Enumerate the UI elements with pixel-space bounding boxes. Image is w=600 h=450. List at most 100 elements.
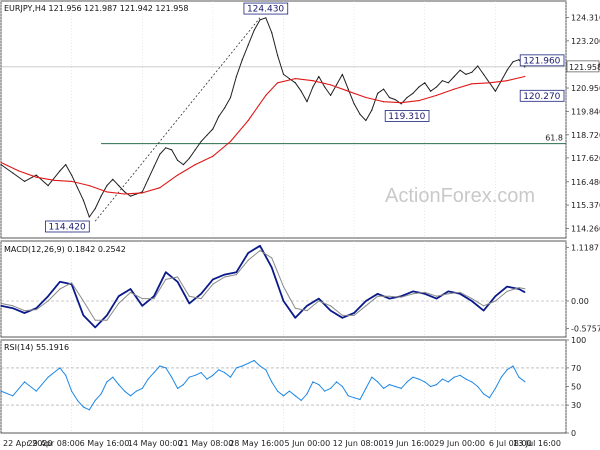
ma-point — [0, 161, 2, 164]
ma-point — [124, 193, 126, 195]
price-point — [188, 157, 190, 159]
macd_signal-point — [494, 300, 496, 302]
price-point — [65, 164, 67, 166]
macd_signal-point — [388, 295, 390, 297]
macd_line-point — [59, 281, 61, 283]
macd_signal-point — [447, 293, 449, 295]
macd_signal-point — [47, 300, 49, 302]
ma-point — [53, 179, 55, 181]
price-point — [430, 90, 432, 92]
macd_signal-point — [59, 288, 61, 290]
last-price-tag: 121.958 — [569, 63, 600, 72]
macd_line-point — [165, 271, 167, 273]
rsi-point — [324, 390, 326, 392]
price-point — [76, 187, 79, 189]
fib-level-label: 61.8 — [545, 134, 563, 143]
ma-point — [488, 82, 491, 84]
price-point — [459, 69, 461, 71]
rsi-point — [353, 397, 355, 399]
price-point — [171, 149, 173, 151]
macd_line-point — [259, 245, 261, 247]
macd_signal-point — [0, 302, 2, 304]
price-point — [330, 94, 332, 96]
x-tick-label: 12 Jun 08:00 — [333, 439, 384, 448]
price-point — [100, 195, 102, 197]
macd_signal-point — [153, 298, 155, 300]
rsi-point — [82, 406, 84, 408]
macd_signal-point — [129, 291, 132, 293]
price-point — [224, 107, 226, 109]
macd_line-point — [435, 298, 438, 300]
macd_line-point — [47, 295, 49, 297]
ma-point — [400, 102, 402, 104]
price-point — [365, 119, 367, 122]
watermark: ActionForex.com — [385, 185, 535, 207]
price-point — [353, 103, 355, 105]
price-point — [147, 178, 149, 180]
rsi-point — [394, 385, 396, 388]
macd_line-point — [341, 317, 343, 319]
x-tick-label: 5 Jun 00:00 — [284, 439, 330, 448]
rsi-point — [153, 372, 155, 374]
rsi-point — [71, 390, 73, 392]
x-tick-label: 6 May 16:00 — [80, 439, 130, 448]
price-point — [165, 147, 167, 149]
price-point — [106, 185, 108, 187]
price-point — [371, 109, 373, 111]
macd_signal-point — [247, 259, 249, 261]
macd_line-point — [447, 290, 449, 292]
macd_signal-point — [141, 298, 143, 300]
ma-point — [177, 174, 179, 176]
macd_signal-point — [459, 291, 461, 293]
macd_signal-point — [471, 298, 473, 300]
macd_signal-point — [400, 296, 402, 298]
y-tick-label: 116.480 — [571, 178, 600, 187]
macd_line-point — [247, 252, 249, 254]
macd_line-point — [271, 266, 273, 268]
price-point — [265, 17, 267, 19]
macd_signal-point — [94, 319, 96, 321]
y-tick-label: 124.310 — [571, 14, 600, 23]
macd_signal-point — [341, 314, 343, 316]
macd_line-point — [353, 312, 355, 314]
macd_signal-point — [377, 295, 379, 297]
rsi-point — [224, 372, 226, 374]
rsi-point — [377, 381, 379, 383]
x-tick-label: 29 Jun 00:00 — [434, 439, 485, 448]
macd_line-point — [212, 278, 214, 280]
y-tick-label: 0 — [571, 429, 576, 438]
macd_line-point — [153, 295, 155, 297]
macd_line-point — [200, 293, 202, 295]
rsi-point — [300, 399, 302, 401]
macd_line-point — [506, 286, 508, 288]
ma-point — [35, 176, 37, 178]
price-point — [441, 80, 443, 82]
rsi-point — [265, 369, 267, 371]
macd_signal-point — [259, 250, 261, 252]
macd_line-point — [282, 300, 285, 302]
rsi-point — [447, 381, 449, 383]
ma-point — [294, 78, 296, 80]
y-tick-label: 120.950 — [571, 84, 600, 93]
rsi-point — [347, 395, 349, 397]
rsi-point — [412, 376, 414, 378]
rsi-point — [424, 381, 426, 383]
rsi-point — [112, 376, 114, 378]
price-point — [388, 96, 390, 99]
macd_signal-point — [71, 282, 73, 284]
ma-point — [365, 96, 367, 99]
macd_line-point — [235, 271, 237, 273]
price-point — [318, 75, 320, 78]
macd_line-point — [459, 293, 461, 295]
price-point — [506, 69, 508, 71]
price-point — [153, 166, 155, 168]
callout-label: 114.420 — [48, 222, 85, 232]
macd_signal-point — [518, 287, 520, 289]
rsi-point — [306, 393, 308, 395]
y-tick-label: 50 — [571, 383, 581, 392]
rsi-point — [12, 395, 14, 397]
ma-point — [159, 187, 161, 189]
macd_signal-point — [271, 257, 273, 259]
macd_signal-point — [82, 300, 84, 302]
y-tick-label: 100 — [571, 336, 586, 345]
